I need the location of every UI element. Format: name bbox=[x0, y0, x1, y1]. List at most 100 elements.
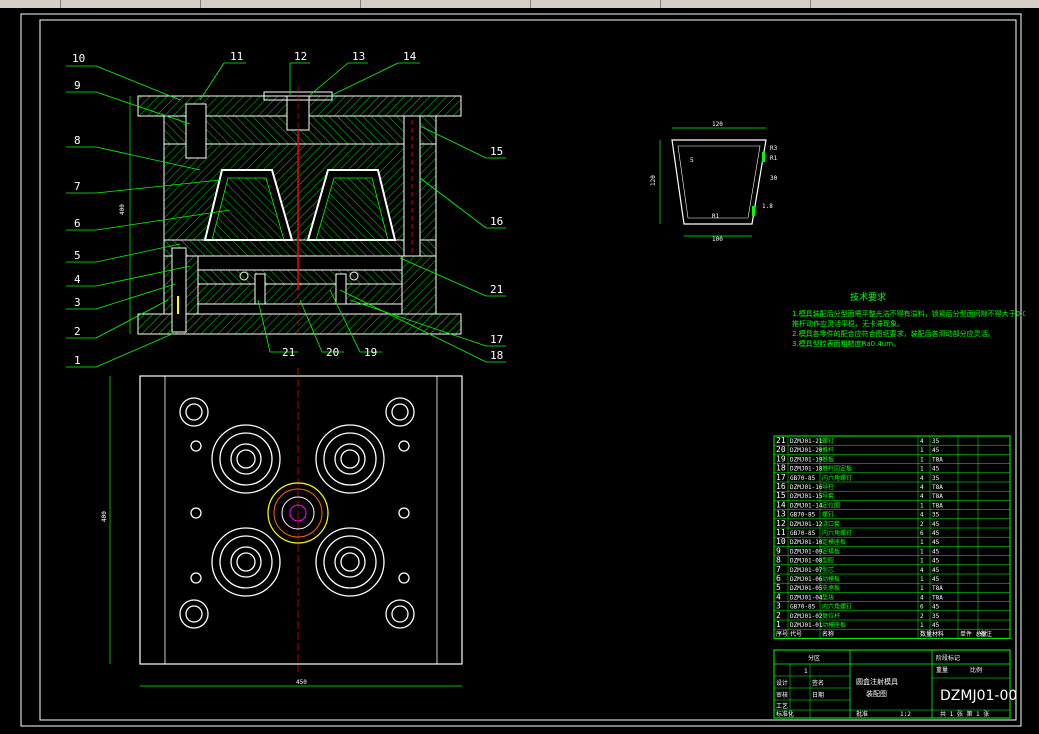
tech-line-1: 1.模具装配后分型面需平整光洁不得有溢料，锁紧后分型面间隙不得大于0.02mm。 bbox=[792, 309, 1039, 318]
tb-weight: 重量 bbox=[936, 666, 948, 674]
bom-cell-qty: 1 bbox=[920, 576, 924, 583]
bom-cell-no: 19 bbox=[776, 454, 786, 463]
bom-cell-mat: 35 bbox=[932, 613, 940, 620]
bom-cell-code: DZMJ01-12 bbox=[790, 521, 823, 528]
balloon-15: 15 bbox=[490, 145, 503, 158]
bom-cell-mat: 45 bbox=[932, 530, 940, 537]
bom-cell-name: 复位杆 bbox=[822, 612, 840, 620]
bom-cell-qty: 1 bbox=[920, 447, 924, 454]
bom-cell-name: 定模板 bbox=[822, 547, 840, 555]
dim-part-r1: R3 bbox=[770, 145, 778, 152]
balloon-16: 16 bbox=[490, 215, 503, 228]
bom-cell-code: DZMJ01-01 bbox=[790, 622, 823, 629]
bom-cell-name: 螺钉 bbox=[822, 437, 834, 445]
title-block: 分区 1 设计 审核 工艺 标准化 签名 日期 圆盒注射模具 装配图 批准 1:… bbox=[773, 649, 1017, 719]
bom-cell-no: 2 bbox=[776, 611, 781, 620]
bom-cell-code: GB70-85 bbox=[790, 512, 816, 519]
return-pin bbox=[171, 247, 187, 333]
bom-cell-name: 推杆固定板 bbox=[822, 465, 852, 473]
bom-cell-qty: 1 bbox=[920, 558, 924, 565]
bom-cell-no: 20 bbox=[776, 445, 786, 454]
tb-stage: 阶段标记 bbox=[936, 654, 960, 662]
bom-cell-code: DZMJ01-05 bbox=[790, 585, 823, 592]
bom-cell-mat: T8A bbox=[932, 585, 943, 592]
bom-cell-mat: 45 bbox=[932, 548, 940, 555]
balloon-20: 20 bbox=[326, 346, 339, 359]
bom-cell-no: 18 bbox=[776, 464, 786, 473]
dim-part-5: 5 bbox=[690, 157, 694, 164]
balloon-6: 6 bbox=[74, 217, 81, 230]
bom-cell-no: 5 bbox=[776, 583, 781, 592]
bom-cell-no: 9 bbox=[776, 546, 781, 555]
bom-cell-no: 14 bbox=[776, 500, 786, 509]
bom-cell-qty: 1 bbox=[920, 502, 924, 509]
cad-drawing-canvas[interactable]: 400 10 11 12 13 14 9 8 7 6 5 4 3 2 1 15 … bbox=[0, 0, 1039, 734]
bom-cell-name: 内六角螺钉 bbox=[822, 603, 852, 611]
bom-cell-name: 内六角螺钉 bbox=[822, 474, 852, 482]
bom-cell-name: 内六角螺钉 bbox=[822, 529, 852, 537]
bom-cell-no: 7 bbox=[776, 565, 781, 574]
balloon-17: 17 bbox=[490, 333, 503, 346]
bom-cell-no: 1 bbox=[776, 620, 781, 629]
dim-front-height: 400 bbox=[119, 204, 126, 215]
bom-cell-qty: 4 bbox=[920, 438, 924, 445]
vertical-scrollbar[interactable] bbox=[1025, 8, 1039, 734]
bom-cell-no: 10 bbox=[776, 537, 786, 546]
tb-approve: 批准 bbox=[856, 710, 868, 718]
bom-cell-no: 12 bbox=[776, 519, 786, 528]
balloon-4: 4 bbox=[74, 273, 81, 286]
tech-title: 技术要求 bbox=[850, 291, 886, 303]
bom-cell-mat: 45 bbox=[932, 622, 940, 629]
bom-cell-no: 17 bbox=[776, 473, 786, 482]
bom-cell-no: 6 bbox=[776, 574, 781, 583]
tb-sign: 签名 bbox=[812, 679, 824, 687]
bom-cell-code: DZMJ01-15 bbox=[790, 493, 823, 500]
bom-cell-name: 定模座板 bbox=[822, 538, 846, 546]
tb-date: 日期 bbox=[812, 691, 824, 699]
bom-cell-mat: 45 bbox=[932, 466, 940, 473]
front-section-view: 400 bbox=[119, 86, 462, 335]
bom-cell-mat: 45 bbox=[932, 521, 940, 528]
bom-cell-name: 推板 bbox=[822, 455, 834, 463]
bom-cell-code: DZMJ01-20 bbox=[790, 447, 823, 454]
ejector-retainer bbox=[197, 269, 403, 285]
bom-cell-mat: 45 bbox=[932, 576, 940, 583]
tb-std: 标准化 bbox=[776, 710, 794, 718]
bom-cell-code: DZMJ01-10 bbox=[790, 539, 823, 546]
bom-cell-mat: T8A bbox=[932, 502, 943, 509]
dim-part-height: 120 bbox=[650, 175, 657, 186]
bom-cell-no: 4 bbox=[776, 592, 781, 601]
bom-cell-mat: 45 bbox=[932, 604, 940, 611]
bom-cell-qty: 1 bbox=[920, 466, 924, 473]
bom-cell-qty: 1 bbox=[920, 622, 924, 629]
bom-cell-name: 浇口套 bbox=[822, 520, 840, 528]
balloon-1: 1 bbox=[74, 354, 81, 367]
tb-part: 分区 bbox=[808, 654, 820, 662]
bom-cell-name: 垫块 bbox=[822, 593, 834, 601]
bom-cell-name: 推杆 bbox=[822, 446, 834, 454]
bom-cell-no: 8 bbox=[776, 556, 781, 565]
technical-requirements: 技术要求 1.模具装配后分型面需平整光洁不得有溢料，锁紧后分型面间隙不得大于0.… bbox=[792, 291, 1039, 348]
tech-line-3: 2.模具各零件的配合应符合图纸要求，装配后各滑动部分应灵活。 bbox=[792, 329, 995, 338]
balloon-3: 3 bbox=[74, 296, 81, 309]
bom-cell-qty: 4 bbox=[920, 475, 924, 482]
bom-cell-mat: 45 bbox=[932, 567, 940, 574]
bom-cell-code: GB70-85 bbox=[790, 475, 816, 482]
dim-plan-height: 400 bbox=[101, 511, 108, 522]
tb-checker: 审核 bbox=[776, 691, 788, 699]
bom-cell-mat: 35 bbox=[932, 475, 940, 482]
bom-cell-no: 3 bbox=[776, 602, 781, 611]
bom-cell-mat: T8A bbox=[932, 594, 943, 601]
bom-cell-name: 型芯 bbox=[822, 566, 834, 574]
bom-cell-no: 13 bbox=[776, 510, 786, 519]
tb-name: 圆盒注射模具 bbox=[856, 677, 898, 686]
balloon-19: 19 bbox=[364, 346, 377, 359]
balloon-13: 13 bbox=[352, 50, 365, 63]
bom-cell-qty: 4 bbox=[920, 484, 924, 491]
bom-cell-code: DZMJ01-08 bbox=[790, 558, 823, 565]
plan-view: 400 450 bbox=[101, 368, 463, 687]
bom-cell-name: 支承板 bbox=[822, 584, 840, 592]
tb-process: 工艺 bbox=[776, 702, 788, 710]
bom-cell-name: 导套 bbox=[822, 492, 834, 500]
bom-cell-code: DZMJ01-04 bbox=[790, 594, 823, 601]
